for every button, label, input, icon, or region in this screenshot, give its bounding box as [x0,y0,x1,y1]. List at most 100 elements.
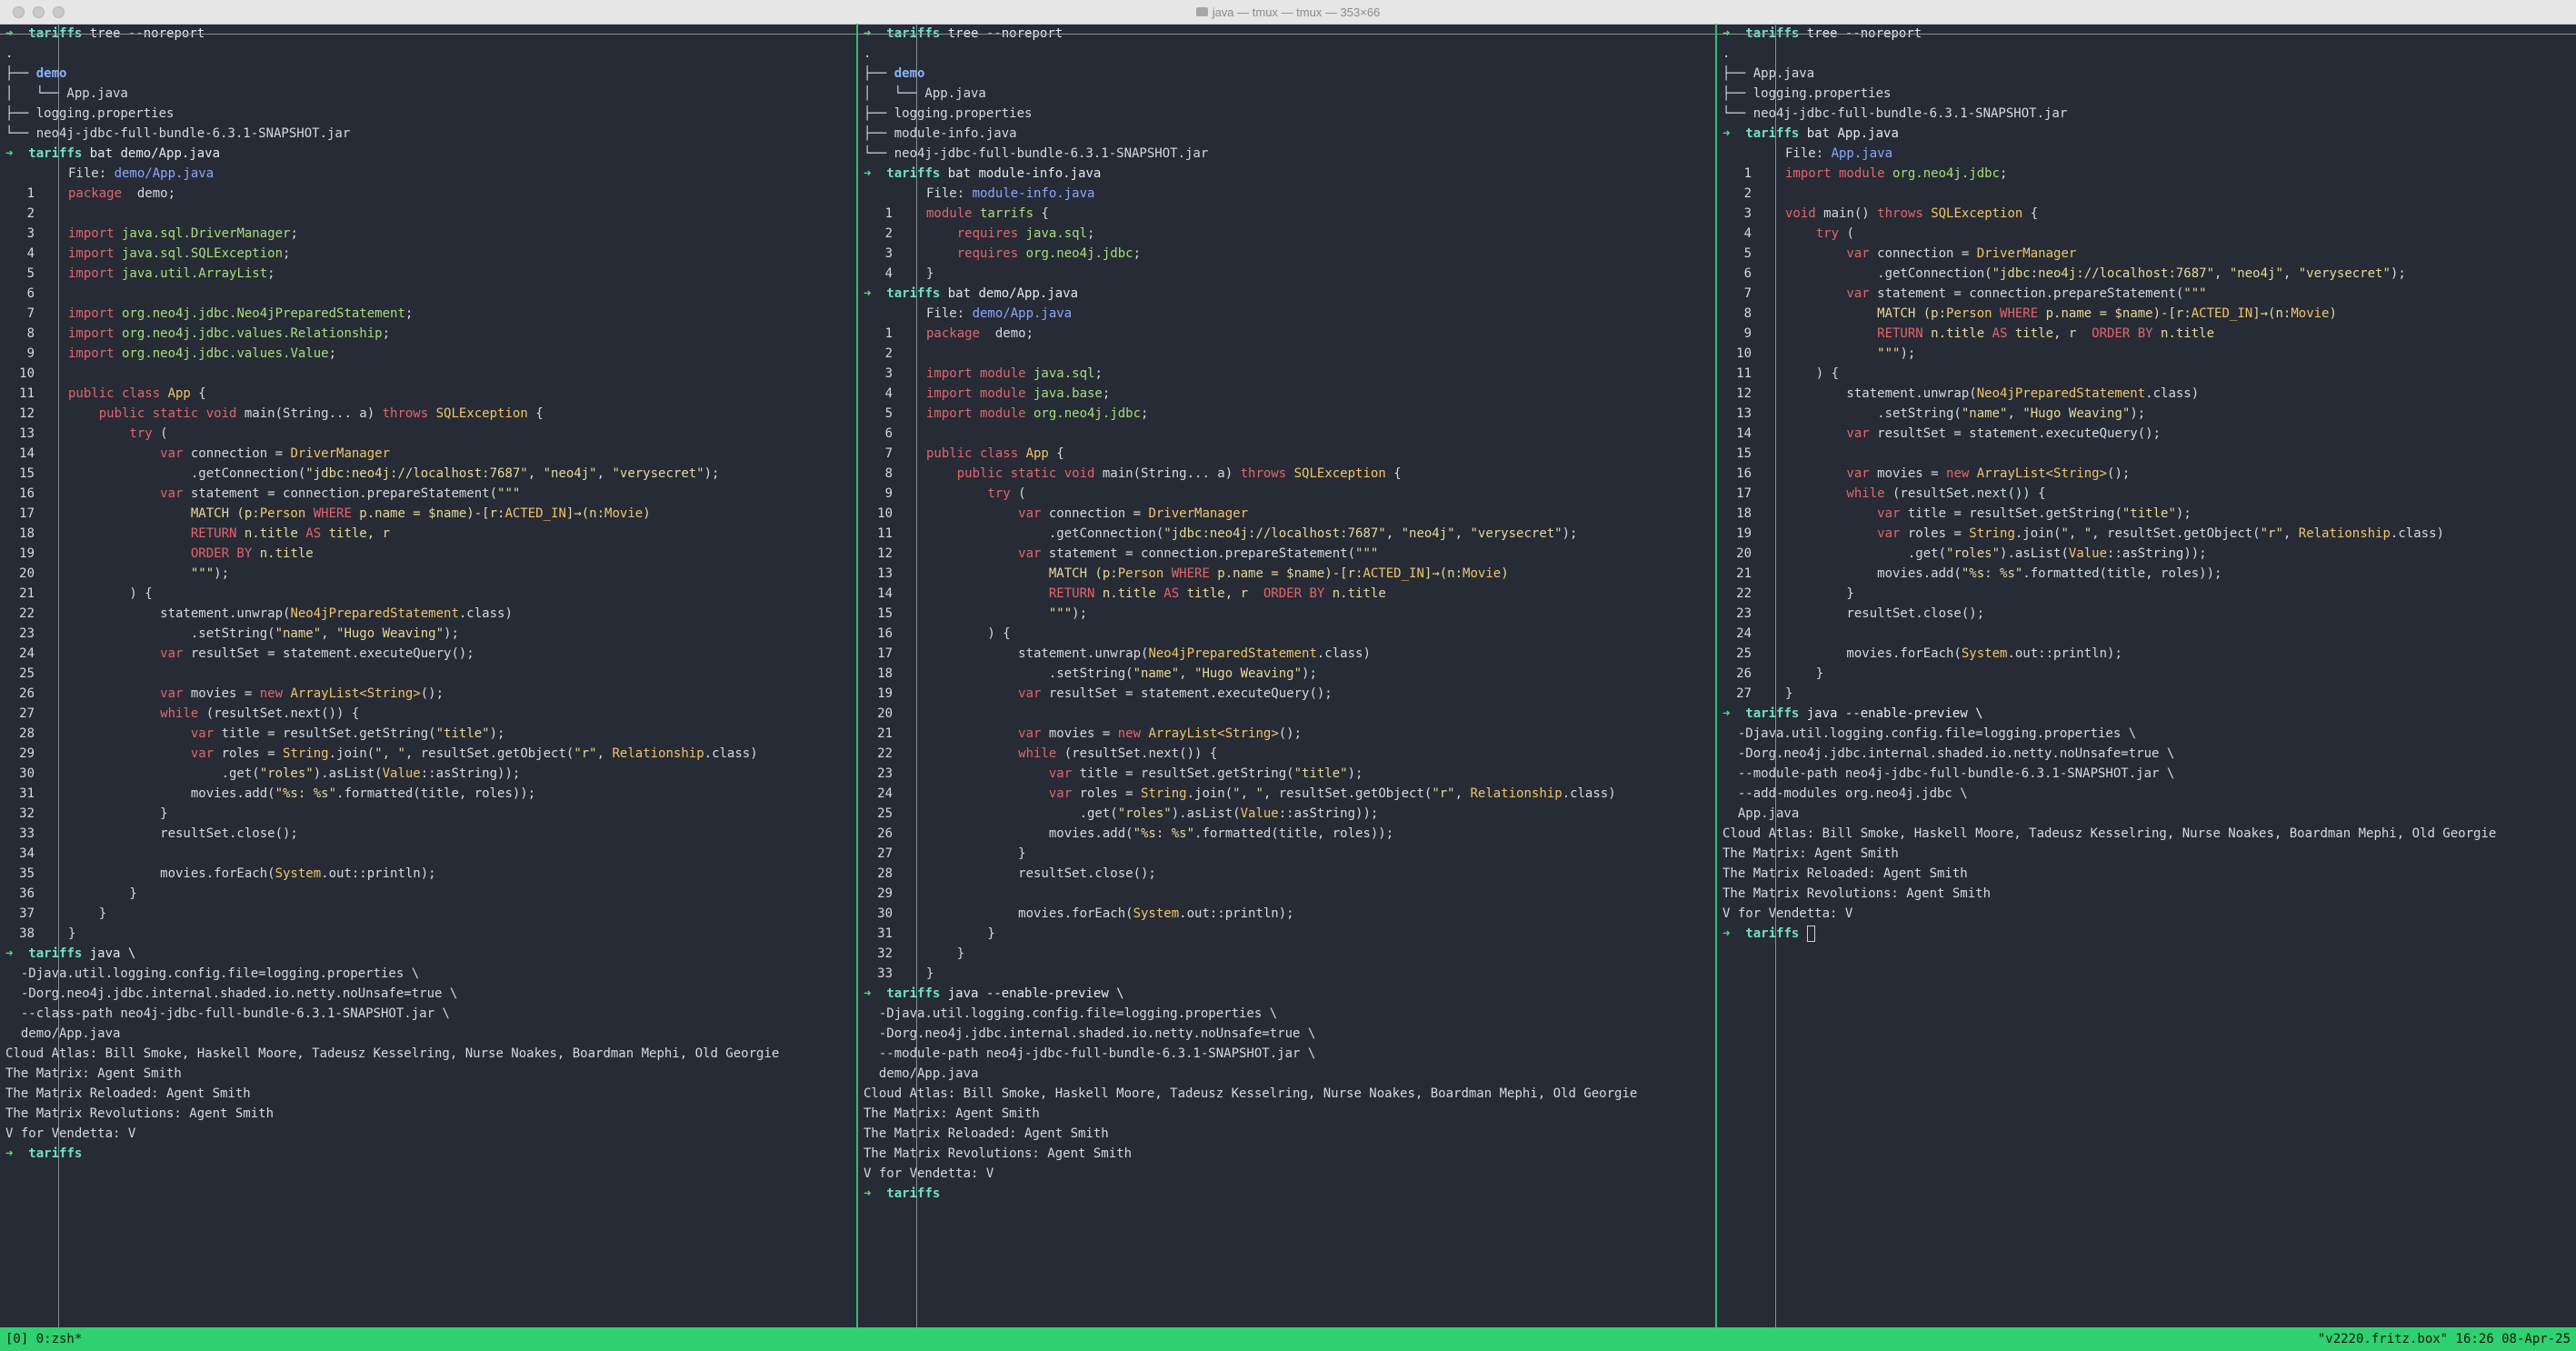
code-text: } [59,924,75,944]
code-token: "%s: %s" [275,786,337,801]
code-line: 11 public class App { [0,384,856,404]
code-token: var [1785,246,1870,261]
code-token: statement.unwrap( [68,606,291,621]
code-line: 7 public class App { [858,444,1715,464]
line-number: 22 [858,744,917,764]
terminal-output-line: --add-modules org.neo4j.jdbc \ [1722,786,1968,801]
prompt-cwd: tariffs [28,946,83,961]
shell-command[interactable]: bat demo/App.java [90,146,220,161]
line-number: 7 [1717,284,1776,304]
shell-prompt-line[interactable]: ➜ tariffs [858,1184,1715,1204]
code-text: import module org.neo4j.jdbc; [1776,164,2007,184]
line-number: 26 [1717,664,1776,684]
shell-prompt-line[interactable]: ➜ tariffs bat demo/App.java [858,284,1715,304]
line-number: 21 [858,724,917,744]
shell-prompt-line[interactable]: ➜ tariffs bat module-info.java [858,164,1715,184]
shell-prompt-line[interactable]: ➜ tariffs java \ [0,944,856,964]
close-window-button[interactable] [13,6,25,18]
line-number: 4 [0,244,59,264]
code-token: """ [1355,546,1379,561]
line-number: 9 [858,484,917,504]
prompt-arrow-icon: ➜ [864,286,887,301]
line-number: 31 [0,784,59,804]
prompt-arrow-icon: ➜ [1722,926,1746,941]
code-text: var statement = connection.prepareStatem… [1776,284,2206,304]
shell-prompt-line[interactable]: ➜ tariffs java --enable-preview \ [858,984,1715,1004]
line-number: 14 [858,584,917,604]
code-token: } [1785,686,1793,701]
shell-command[interactable]: bat App.java [1807,126,1899,141]
code-text: } [917,924,994,944]
code-token: var [68,646,184,661]
shell-command[interactable]: java --enable-preview \ [1807,706,1983,721]
code-text: movies.forEach(System.out::println); [59,864,435,884]
shell-prompt-line[interactable]: ➜ tariffs bat demo/App.java [0,144,856,164]
line-number: 1 [858,324,917,344]
code-token: , [527,466,544,481]
line-number: 5 [858,404,917,424]
tmux-pane-left[interactable]: ➜ tariffs tree --noreport. ├── demo │ └── … [0,24,856,1327]
code-token: RETURN [1785,326,1923,341]
line-number: 3 [858,244,917,264]
code-token: , [2007,406,2023,421]
code-text: requires java.sql; [917,224,1095,244]
terminal-output-line: Cloud Atlas: Bill Smoke, Haskell Moore, … [1722,826,2497,841]
code-text: import org.neo4j.jdbc.values.Relationshi… [59,324,390,344]
code-text: } [59,804,167,824]
code-token: new [259,686,291,701]
shell-command[interactable]: java --enable-preview \ [948,986,1124,1001]
code-token: { [1033,206,1049,221]
shell-command[interactable]: java \ [90,946,136,961]
shell-prompt-line[interactable]: ➜ tariffs java --enable-preview \ [1717,704,2576,724]
code-text: var connection = DriverManager [917,504,1248,524]
line-number: 28 [0,724,59,744]
line-number: 6 [858,424,917,444]
shell-prompt-line[interactable]: ➜ tariffs [0,1144,856,1164]
code-text: } [59,884,136,904]
code-token: java.sql [1025,366,1095,381]
code-text: import java.util.ArrayList; [59,264,275,284]
code-token: String [1141,786,1187,801]
status-window-list[interactable]: [0] 0:zsh* [0,1327,82,1351]
code-token: statement = connection.prepareStatement( [183,486,498,501]
tmux-pane-middle[interactable]: ➜ tariffs tree --noreport. ├── demo │ └── … [858,24,1715,1327]
code-token: WHERE [305,506,352,521]
code-token: RETURN [68,526,237,541]
shell-command[interactable]: bat demo/App.java [948,286,1078,301]
shell-prompt-line[interactable]: ➜ tariffs [1717,924,2576,944]
minimize-window-button[interactable] [33,6,45,18]
code-line: 8 MATCH (p:Person WHERE p.name = $name)-… [1717,304,2576,324]
code-text: statement.unwrap(Neo4jPreparedStatement.… [59,604,513,624]
code-line: 6 .getConnection("jdbc:neo4j://localhost… [1717,264,2576,284]
code-token: .get( [926,806,1118,821]
code-token: { [1048,446,1064,461]
line-number: 8 [1717,304,1776,324]
code-token: ; [283,246,291,261]
shell-prompt-line[interactable]: ➜ tariffs bat App.java [1717,124,2576,144]
window-controls[interactable] [13,6,65,18]
tree-directory-line: ├── demo [858,64,1715,84]
shell-command[interactable]: bat module-info.java [948,166,1102,181]
bat-file-name: module-info.java [972,186,1095,201]
code-token: while [926,746,1057,761]
code-line: 4 import java.sql.SQLException; [0,244,856,264]
code-line: 18 RETURN n.title AS title, r [0,524,856,544]
code-token: Relationship [2298,526,2391,541]
code-line: 10 """); [1717,344,2576,364]
tmux-pane-right[interactable]: ➜ tariffs tree --noreport. ├── App.java ├─… [1717,24,2576,1327]
zoom-window-button[interactable] [53,6,65,18]
code-text: .get("roles").asList(Value::asString)); [59,764,521,784]
code-token: module [926,206,973,221]
prompt-arrow-icon: ➜ [5,146,29,161]
terminal-output-line: ├── logging.properties [1722,86,1892,101]
code-line: 12 public static void main(String... a) … [0,404,856,424]
code-token: ORDER BY [68,546,253,561]
code-token: "name" [275,626,322,641]
code-token: Value [2068,546,2108,561]
code-line: 5 import java.util.ArrayList; [0,264,856,284]
code-token: , [1179,666,1195,681]
code-token: n.title [1922,326,1992,341]
code-token: "title" [2122,506,2176,521]
